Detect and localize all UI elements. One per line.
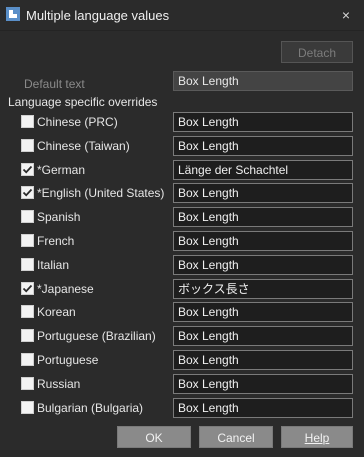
language-row: Italian Box Length bbox=[0, 253, 364, 277]
language-row: Spanish Box Length bbox=[0, 205, 364, 229]
language-row: Portuguese Box Length bbox=[0, 348, 364, 372]
language-value-field[interactable]: Box Length bbox=[173, 207, 353, 227]
default-text-field: Box Length bbox=[173, 71, 353, 91]
window-title: Multiple language values bbox=[26, 8, 170, 23]
title-bar: Multiple language values × bbox=[0, 0, 364, 31]
language-label: Portuguese (Brazilian) bbox=[37, 329, 156, 343]
language-value-field[interactable]: Box Length bbox=[173, 136, 353, 156]
default-text-label: Default text bbox=[24, 77, 85, 91]
language-row: *English (United States) Box Length bbox=[0, 181, 364, 205]
language-label: Bulgarian (Bulgaria) bbox=[37, 401, 144, 415]
language-label: *German bbox=[37, 163, 86, 177]
language-checkbox[interactable] bbox=[21, 258, 34, 271]
language-value-field[interactable]: Box Length bbox=[173, 112, 353, 132]
language-checkbox[interactable] bbox=[21, 282, 34, 295]
language-value-field[interactable]: Box Length bbox=[173, 350, 353, 370]
language-checkbox[interactable] bbox=[21, 163, 34, 176]
language-label: Spanish bbox=[37, 210, 81, 224]
language-row: French Box Length bbox=[0, 229, 364, 253]
checkmark-icon bbox=[22, 188, 33, 197]
language-value-field[interactable]: Box Length bbox=[173, 255, 353, 275]
language-row: *Japanese ボックス長さ bbox=[0, 277, 364, 301]
language-label: Korean bbox=[37, 305, 76, 319]
language-value-field[interactable]: Länge der Schachtel bbox=[173, 160, 353, 180]
language-label: *Japanese bbox=[37, 282, 94, 296]
close-icon[interactable]: × bbox=[336, 5, 356, 25]
app-logo-icon bbox=[6, 7, 20, 21]
language-value-field[interactable]: ボックス長さ bbox=[173, 279, 353, 299]
language-value-field[interactable]: Box Length bbox=[173, 374, 353, 394]
language-row: *German Länge der Schachtel bbox=[0, 158, 364, 182]
language-row: Chinese (PRC) Box Length bbox=[0, 110, 364, 134]
language-checkbox[interactable] bbox=[21, 329, 34, 342]
language-label: *English (United States) bbox=[37, 186, 165, 200]
language-value-field[interactable]: Box Length bbox=[173, 183, 353, 203]
language-row: Portuguese (Brazilian) Box Length bbox=[0, 324, 364, 348]
language-label: Chinese (PRC) bbox=[37, 115, 118, 129]
language-value-field[interactable]: Box Length bbox=[173, 326, 353, 346]
language-label: Italian bbox=[37, 258, 70, 272]
language-value-field[interactable]: Box Length bbox=[173, 231, 353, 251]
language-checkbox[interactable] bbox=[21, 305, 34, 318]
language-row: Bulgarian (Bulgaria) Box Length bbox=[0, 396, 364, 420]
language-row: Chinese (Taiwan) Box Length bbox=[0, 134, 364, 158]
language-checkbox[interactable] bbox=[21, 234, 34, 247]
language-value-field[interactable]: Box Length bbox=[173, 302, 353, 322]
checkmark-icon bbox=[22, 165, 33, 174]
language-label: Chinese (Taiwan) bbox=[37, 139, 130, 153]
overrides-heading: Language specific overrides bbox=[8, 95, 158, 109]
language-value-field[interactable]: Box Length bbox=[173, 398, 353, 418]
language-checkbox[interactable] bbox=[21, 115, 34, 128]
language-checkbox[interactable] bbox=[21, 401, 34, 414]
language-checkbox[interactable] bbox=[21, 377, 34, 390]
language-label: Portuguese bbox=[37, 353, 99, 367]
detach-button[interactable]: Detach bbox=[281, 41, 353, 63]
language-label: French bbox=[37, 234, 75, 248]
language-checkbox[interactable] bbox=[21, 210, 34, 223]
language-label: Russian bbox=[37, 377, 81, 391]
cancel-button[interactable]: Cancel bbox=[199, 426, 273, 448]
checkmark-icon bbox=[22, 284, 33, 293]
language-row: Korean Box Length bbox=[0, 300, 364, 324]
language-checkbox[interactable] bbox=[21, 186, 34, 199]
language-checkbox[interactable] bbox=[21, 139, 34, 152]
language-row: Russian Box Length bbox=[0, 372, 364, 396]
language-checkbox[interactable] bbox=[21, 353, 34, 366]
ok-button[interactable]: OK bbox=[117, 426, 191, 448]
help-button[interactable]: Help bbox=[281, 426, 353, 448]
